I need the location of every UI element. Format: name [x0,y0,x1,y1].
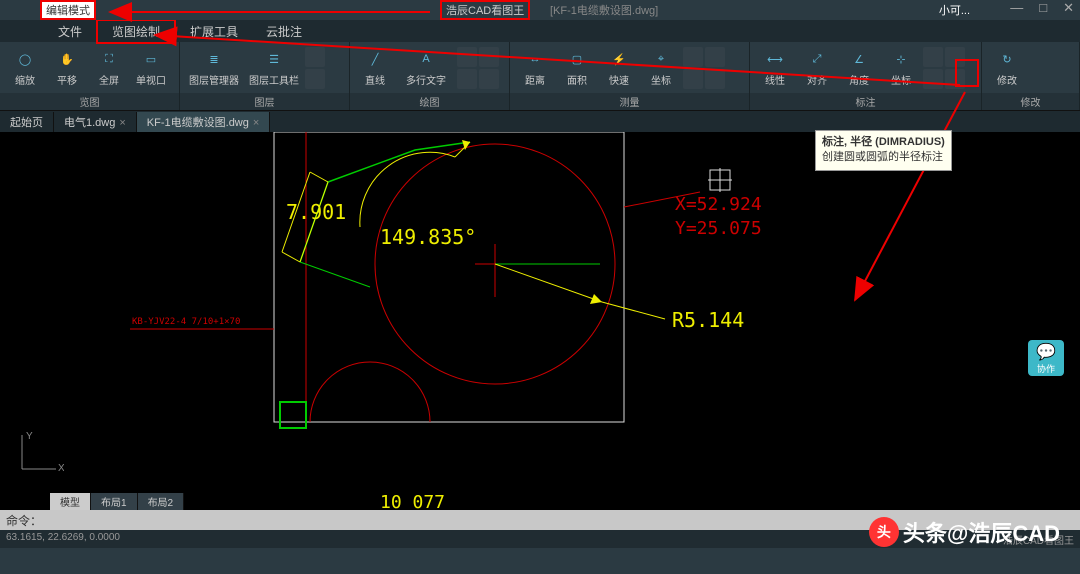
group-measure-label: 测量 [510,93,749,110]
single-viewport-button[interactable]: ▭单视口 [130,48,172,87]
dim-angle-icon: ∠ [848,48,870,70]
layers-icon: ≣ [203,48,225,70]
watermark-logo-icon: 头 [869,517,899,547]
dim-ord-icon: ⊹ [890,48,912,70]
menu-view-draw[interactable]: 览图绘制 [96,19,176,44]
maximize-icon[interactable]: □ [1039,0,1047,16]
menu-ext-tools[interactable]: 扩展工具 [176,21,252,42]
doc-tabs: 起始页 电气1.dwg× KF-1电缆敷设图.dwg× [0,110,1080,132]
layer-small-1[interactable] [305,47,325,67]
tab-close-icon[interactable]: × [253,117,259,129]
group-dim-label: 标注 [750,93,981,110]
pan-button[interactable]: ✋平移 [46,48,88,87]
dim-linear-button[interactable]: ⟷线性 [754,48,796,87]
menu-file[interactable]: 文件 [44,21,96,42]
layout-1[interactable]: 布局1 [91,493,138,510]
line-button[interactable]: ╱直线 [354,48,396,87]
group-view-label: 览图 [0,93,179,110]
mtext-button[interactable]: A多行文字 [396,48,456,87]
ribbon: ◯缩放 ✋平移 ⛶全屏 ▭单视口 览图 ≣图层管理器 ☰图层工具栏 图层 ╱直线… [0,42,1080,110]
dim-aligned-icon: ⤢ [806,48,828,70]
fullscreen-button[interactable]: ⛶全屏 [88,48,130,87]
group-modify-label: 修改 [982,93,1079,110]
menubar: 文件 览图绘制 扩展工具 云批注 [0,20,1080,42]
close-icon[interactable]: ✕ [1063,0,1074,16]
tab-start[interactable]: 起始页 [0,112,54,132]
modify-icon: ↻ [996,48,1018,70]
draw-s2[interactable] [479,47,499,67]
status-coords: 63.1615, 22.6269, 0.0000 [6,532,120,546]
ucs-icon: YX [14,427,64,480]
quick-icon: ⚡ [608,48,630,70]
app-title: 浩辰CAD看图王 [440,0,530,20]
dim-angle-text: 149.835° [380,225,476,249]
layer-manager-button[interactable]: ≣图层管理器 [184,48,244,87]
coord-button[interactable]: ⌖坐标 [640,48,682,87]
title-filename: [KF-1电缆敷设图.dwg] [550,2,658,18]
chat-icon: 💬 [1036,342,1056,362]
layout-model[interactable]: 模型 [50,493,91,510]
highlight-dimradius [955,59,979,87]
tooltip-body: 创建圆或圆弧的半径标注 [822,151,943,163]
svg-text:Y: Y [26,431,33,442]
drawing-canvas[interactable]: 7.901 149.835° R5.144 X=52.924 Y=25.075 … [0,132,1080,510]
dim-s1[interactable] [923,47,943,67]
user-name[interactable]: 小可... [939,2,970,18]
modify-button[interactable]: ↻修改 [986,48,1028,87]
draw-s1[interactable] [457,47,477,67]
coord-x-text: X=52.924 [675,194,762,215]
dim-aligned-button[interactable]: ⤢对齐 [796,48,838,87]
layer-small-2[interactable] [305,69,325,89]
dim-radius-text: R5.144 [672,308,744,332]
meas-s3[interactable] [683,69,703,89]
minimize-icon[interactable]: — [1010,0,1023,16]
coord-icon: ⌖ [650,48,672,70]
area-icon: ▢ [566,48,588,70]
layer-toolbar-icon: ☰ [263,48,285,70]
menu-cloud-annot[interactable]: 云批注 [252,21,316,42]
tab-close-icon[interactable]: × [119,117,125,129]
meas-s2[interactable] [705,47,725,67]
line-icon: ╱ [364,48,386,70]
layout-tabs: 模型 布局1 布局2 [50,493,184,510]
collab-button[interactable]: 💬协作 [1028,340,1064,376]
dim-length-text: 7.901 [286,200,346,224]
text-icon: A [415,48,437,70]
layout-2[interactable]: 布局2 [138,493,185,510]
dim-linear-icon: ⟷ [764,48,786,70]
dim-ord-button[interactable]: ⊹坐标 [880,48,922,87]
group-draw-label: 绘图 [350,93,509,110]
cable-note-text: KB-YJV22-4 7/10+1×70 [132,317,240,327]
meas-s4[interactable] [705,69,725,89]
zoom-icon: ◯ [14,48,36,70]
viewport-icon: ▭ [140,48,162,70]
tooltip-head: 标注, 半径 (DIMRADIUS) [822,136,945,148]
mode-badge: 编辑模式 [40,0,96,20]
quick-button[interactable]: ⚡快速 [598,48,640,87]
area-button[interactable]: ▢面积 [556,48,598,87]
tab-dwg2[interactable]: KF-1电缆敷设图.dwg× [137,112,271,132]
meas-s1[interactable] [683,47,703,67]
watermark: 头 头条@浩辰CAD [869,516,1060,548]
distance-button[interactable]: ↔距离 [514,48,556,87]
draw-s3[interactable] [457,69,477,89]
zoom-button[interactable]: ◯缩放 [4,48,46,87]
pan-icon: ✋ [56,48,78,70]
fullscreen-icon: ⛶ [98,48,120,70]
distance-icon: ↔ [524,48,546,70]
dim-s3[interactable] [923,69,943,89]
draw-s4[interactable] [479,69,499,89]
bottom-dim-text: 10 077 [380,492,445,510]
coord-y-text: Y=25.075 [675,218,762,239]
layer-toolbar-button[interactable]: ☰图层工具栏 [244,48,304,87]
tooltip-dimradius: 标注, 半径 (DIMRADIUS) 创建圆或圆弧的半径标注 [815,130,952,171]
tab-dwg1[interactable]: 电气1.dwg× [54,112,137,132]
svg-text:X: X [58,463,64,474]
group-layer-label: 图层 [180,93,349,110]
dim-angle-button[interactable]: ∠角度 [838,48,880,87]
